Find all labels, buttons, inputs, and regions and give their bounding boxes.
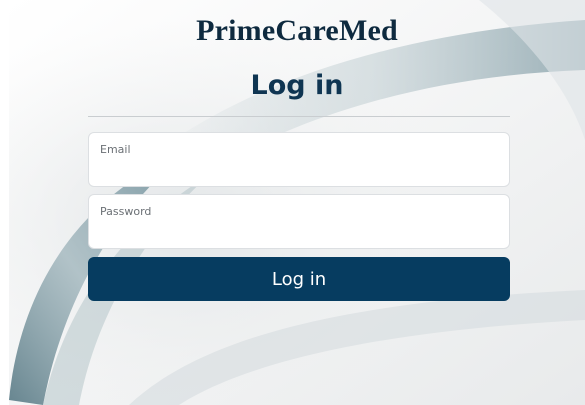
email-label: Email bbox=[100, 143, 131, 156]
password-input[interactable] bbox=[100, 221, 498, 243]
login-button[interactable]: Log in bbox=[88, 257, 510, 301]
email-field[interactable]: Email bbox=[88, 132, 510, 187]
divider bbox=[88, 116, 510, 117]
login-page: PrimeCareMed Log in Email Password Log i… bbox=[9, 0, 585, 405]
email-input[interactable] bbox=[100, 159, 498, 181]
password-field[interactable]: Password bbox=[88, 194, 510, 249]
brand-logo-text: PrimeCareMed bbox=[196, 14, 398, 47]
password-label: Password bbox=[100, 205, 152, 218]
page-title: Log in bbox=[250, 70, 344, 101]
